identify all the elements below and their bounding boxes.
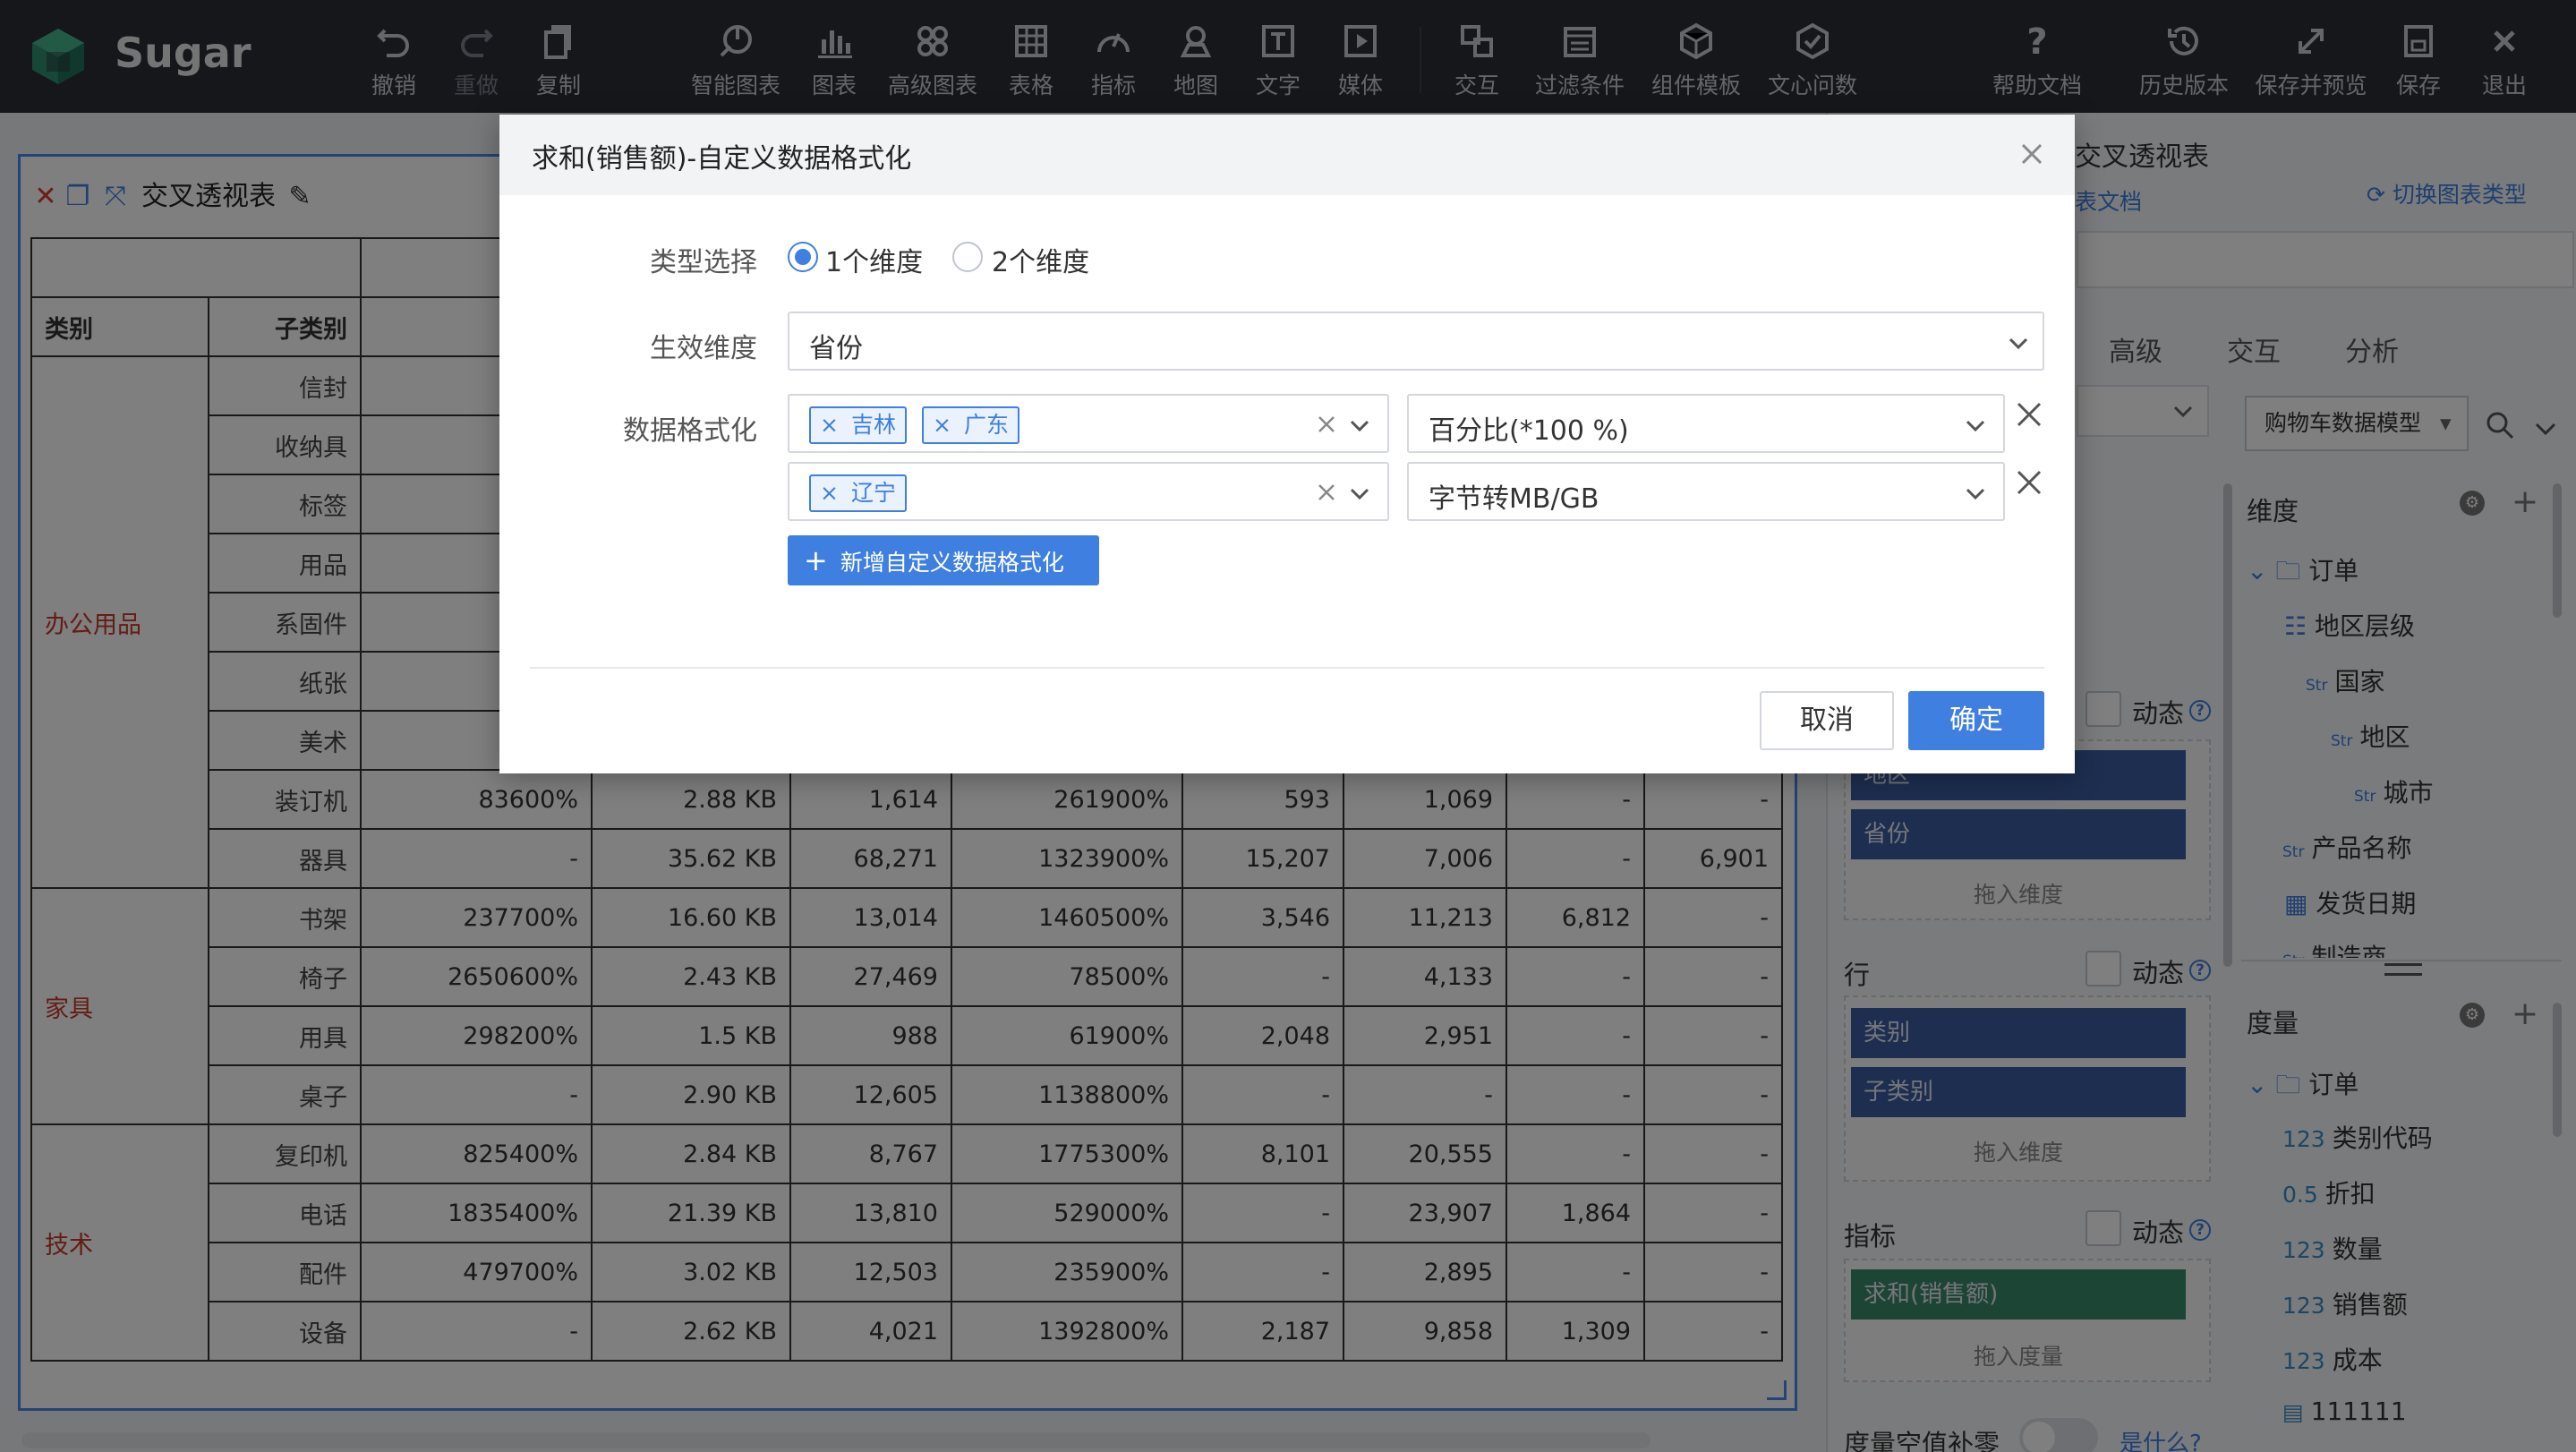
cancel-button[interactable]: 取消 <box>1760 691 1894 750</box>
chevron-down-icon <box>1350 488 1369 500</box>
delete-row-icon[interactable] <box>2014 399 2044 430</box>
chevron-down-icon <box>1966 488 1985 500</box>
data-format-label: 数据格式化 <box>623 415 757 447</box>
radio-two-dimensions[interactable] <box>952 242 983 272</box>
format-type-select[interactable]: 百分比(*100 %) <box>1407 394 2005 453</box>
dialog-title: 求和(销售额)-自定义数据格式化 <box>532 143 912 175</box>
chevron-down-icon <box>1350 420 1369 432</box>
chevron-down-icon <box>2009 337 2028 350</box>
confirm-button[interactable]: 确定 <box>1908 691 2044 750</box>
delete-row-icon[interactable] <box>2014 467 2044 498</box>
tag-remove-icon[interactable]: × <box>933 412 951 438</box>
effective-dimension-select[interactable]: 省份 <box>788 312 2044 371</box>
clear-icon[interactable] <box>1314 480 1339 505</box>
format-type-select[interactable]: 字节转MB/GB <box>1407 462 2005 521</box>
dialog-footer-divider <box>530 667 2044 669</box>
dialog-header: 求和(销售额)-自定义数据格式化 <box>499 115 2075 195</box>
value-tag[interactable]: × 吉林 <box>809 406 907 444</box>
plus-icon: + <box>804 543 828 577</box>
add-custom-format-button[interactable]: + 新增自定义数据格式化 <box>788 535 1099 585</box>
effective-dimension-label: 生效维度 <box>650 333 757 364</box>
chevron-down-icon <box>1966 420 1985 432</box>
radio-two-dimensions-label[interactable]: 2个维度 <box>992 240 1089 279</box>
format-dimension-values-select[interactable]: × 辽宁 <box>788 462 1389 521</box>
format-dimension-values-select[interactable]: × 吉林 × 广东 <box>788 394 1389 453</box>
value-tag[interactable]: × 辽宁 <box>809 474 907 512</box>
custom-format-dialog: 求和(销售额)-自定义数据格式化 类型选择 1个维度 2个维度 生效维度 省份 … <box>499 115 2075 773</box>
tag-remove-icon[interactable]: × <box>820 480 839 506</box>
type-select-label: 类型选择 <box>650 247 757 278</box>
radio-one-dimension-label[interactable]: 1个维度 <box>825 240 923 279</box>
tag-remove-icon[interactable]: × <box>820 412 839 438</box>
value-tag[interactable]: × 广东 <box>922 406 1019 444</box>
radio-one-dimension[interactable] <box>788 242 818 272</box>
clear-icon[interactable] <box>1314 412 1339 437</box>
close-icon[interactable] <box>2012 134 2051 174</box>
